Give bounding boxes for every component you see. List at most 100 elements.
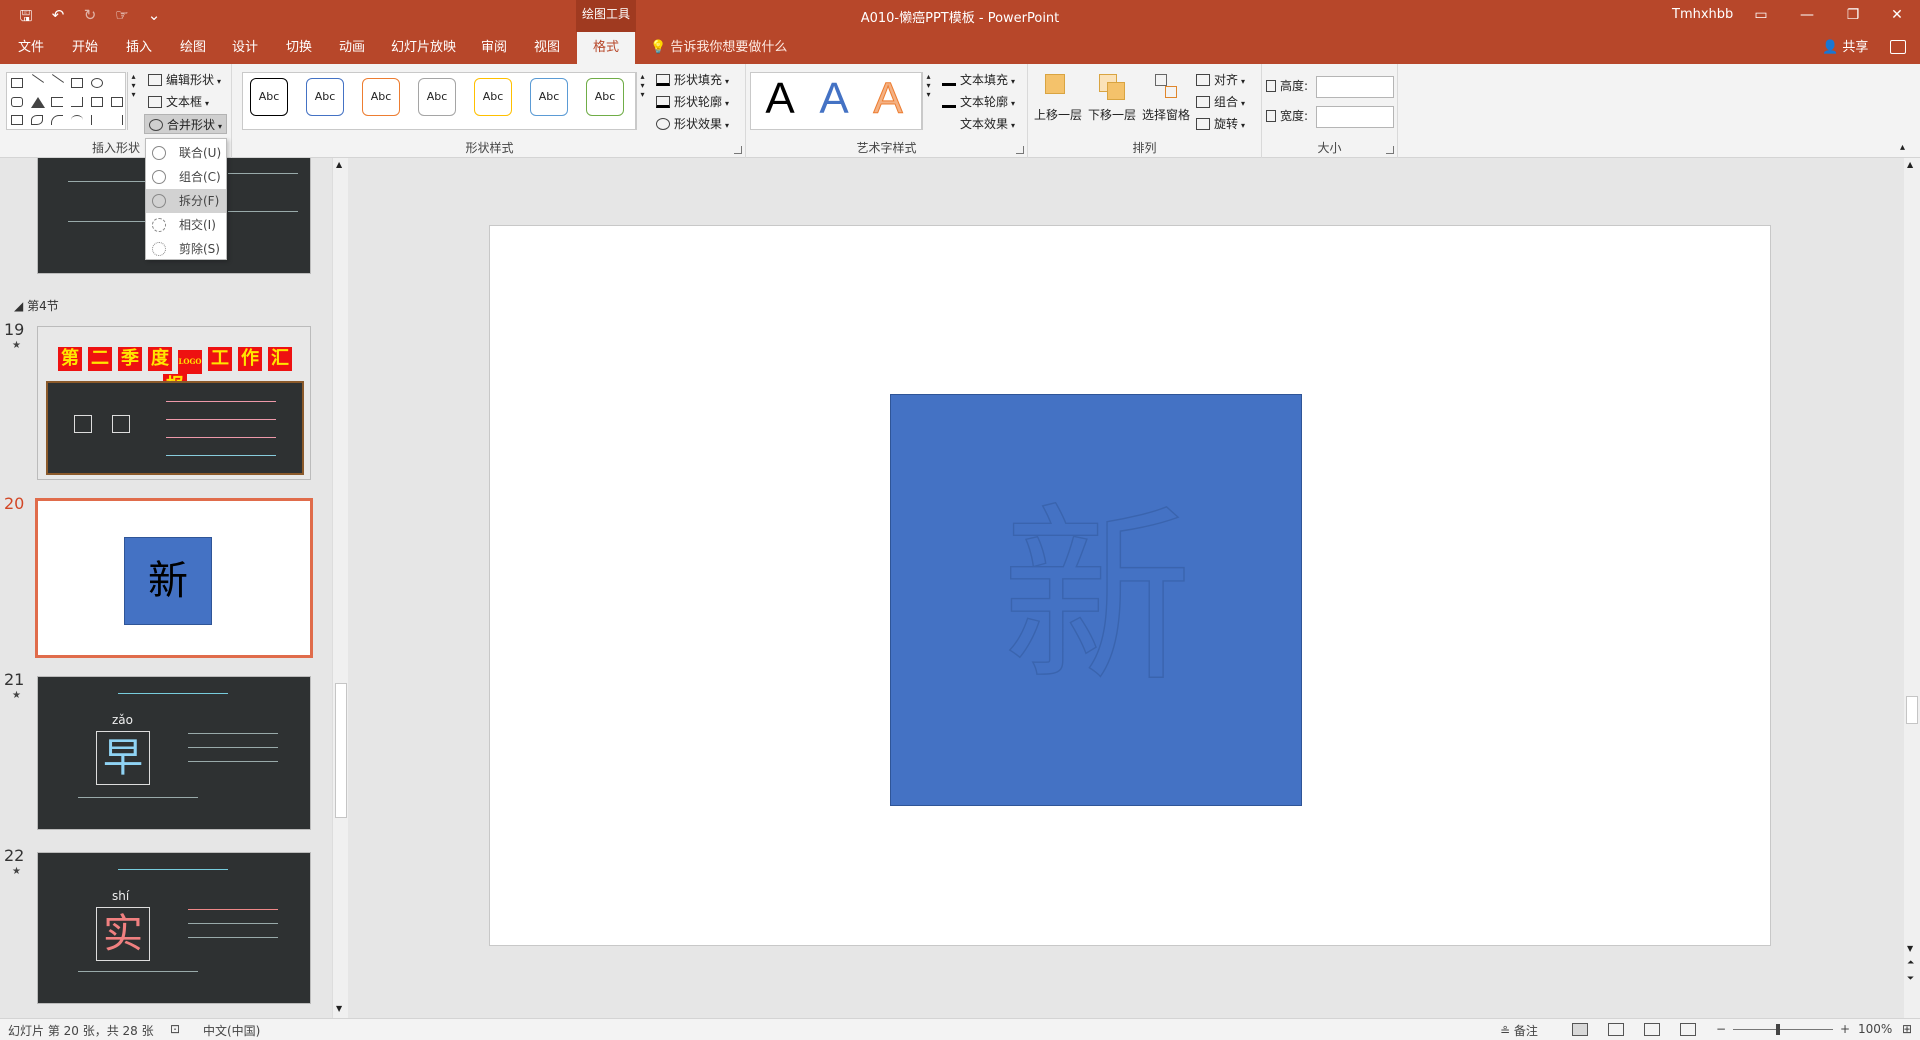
wordart-launcher-icon[interactable] [1016, 146, 1024, 154]
send-backward-button[interactable]: 下移一层 [1086, 70, 1138, 140]
wordart-style-blue[interactable]: A [808, 74, 860, 124]
oval-shape-icon[interactable] [91, 78, 103, 88]
shape-style-1[interactable]: Abc [250, 78, 288, 116]
tab-file[interactable]: 文件 [12, 32, 50, 64]
tab-view[interactable]: 视图 [528, 32, 566, 64]
wordart-style-orange[interactable]: A [862, 74, 914, 124]
blue-square-shape[interactable]: 新 [890, 394, 1302, 806]
align-button[interactable]: 对齐 ▾ [1196, 70, 1245, 90]
language-indicator[interactable]: 中文(中国) [203, 1022, 260, 1039]
height-input[interactable] [1316, 76, 1394, 98]
wordart-style-black[interactable]: A [754, 74, 806, 124]
customize-qat-icon[interactable]: ⌄ [144, 6, 164, 31]
wordart-gallery-more[interactable]: ▴ ▾ ▾ [922, 72, 934, 130]
minimize-icon[interactable]: — [1784, 0, 1830, 32]
shape-effects-button[interactable]: 形状效果 ▾ [656, 114, 729, 134]
bring-forward-button[interactable]: 上移一层 [1032, 70, 1084, 140]
zoom-slider[interactable] [1733, 1029, 1833, 1030]
triangle-shape-icon[interactable] [31, 97, 45, 108]
scroll-down-icon[interactable]: ▼ [1907, 944, 1913, 953]
shape-styles-launcher-icon[interactable] [734, 146, 742, 154]
text-outline-button[interactable]: 文本轮廓 ▾ [942, 92, 1015, 112]
spell-check-icon[interactable]: ⊡ [170, 1022, 180, 1036]
tab-review[interactable]: 审阅 [475, 32, 513, 64]
shape-outline-button[interactable]: 形状轮廓 ▾ [656, 92, 729, 112]
redo-icon[interactable]: ↻ [80, 6, 100, 31]
slide-thumbnail-20-selected[interactable]: 新 [35, 498, 313, 658]
slide-thumbnail-22[interactable]: shí 实 [37, 852, 311, 1004]
previous-slide-icon[interactable]: ⏶ [1907, 958, 1914, 968]
menu-item-subtract[interactable]: 剪除(S) [146, 237, 226, 261]
right-arrow-shape-icon[interactable] [91, 97, 103, 107]
slide-thumbnail-19[interactable]: 第二季度LOGO工作汇报 [37, 326, 311, 480]
menu-item-union[interactable]: 联合(U) [146, 141, 226, 165]
down-arrow-shape-icon[interactable] [111, 97, 123, 107]
shape-style-7[interactable]: Abc [586, 78, 624, 116]
restore-icon[interactable]: ❐ [1830, 0, 1876, 32]
arc-shape-icon[interactable] [51, 115, 63, 125]
edit-shape-button[interactable]: 编辑形状 ▾ [148, 70, 221, 90]
size-launcher-icon[interactable] [1386, 146, 1394, 154]
curve-shape-icon[interactable] [71, 115, 83, 125]
pentagon-shape-icon[interactable] [11, 115, 23, 125]
slide-sorter-view-icon[interactable] [1608, 1023, 1624, 1036]
slideshow-view-icon[interactable] [1680, 1023, 1696, 1036]
undo-icon[interactable]: ↶ [48, 6, 68, 31]
tab-format[interactable]: 格式 [577, 32, 635, 64]
rotate-button[interactable]: 旋转 ▾ [1196, 114, 1245, 134]
fit-slide-icon[interactable]: ⊞ [1902, 1022, 1912, 1036]
ribbon-display-options-icon[interactable]: ▭ [1738, 0, 1784, 32]
touch-mode-icon[interactable]: ☞ [112, 6, 132, 31]
text-box-button[interactable]: 文本框 ▾ [148, 92, 209, 112]
shape-style-5[interactable]: Abc [474, 78, 512, 116]
merge-shapes-button[interactable]: 合并形状 ▾ [144, 114, 228, 134]
text-effects-button[interactable]: 文本效果 ▾ [942, 114, 1015, 134]
menu-item-intersect[interactable]: 相交(I) [146, 213, 226, 237]
shape-gallery-more[interactable]: ▴ ▾ ▾ [127, 72, 139, 130]
menu-item-fragment[interactable]: 拆分(F) [146, 189, 226, 213]
rounded-rect-shape-icon[interactable] [11, 97, 23, 107]
tell-me-search[interactable]: 💡 告诉我你想要做什么 [650, 32, 787, 64]
scroll-up-icon[interactable]: ▲ [336, 160, 342, 169]
text-fill-button[interactable]: 文本填充 ▾ [942, 70, 1015, 90]
selection-pane-button[interactable]: 选择窗格 [1140, 70, 1192, 140]
share-button[interactable]: 👤 共享 [1822, 32, 1868, 64]
zoom-slider-knob[interactable] [1776, 1024, 1780, 1035]
shape-gallery[interactable] [6, 72, 126, 130]
rectangle-shape-icon[interactable] [71, 78, 83, 88]
collapse-ribbon-icon[interactable]: ▴ [1900, 142, 1905, 153]
tab-animations[interactable]: 动画 [333, 32, 371, 64]
reading-view-icon[interactable] [1644, 1023, 1660, 1036]
editor-scrollbar[interactable]: ▲ ▼ ⏶ ⏷ [1904, 158, 1920, 1018]
comments-icon[interactable] [1890, 40, 1906, 54]
thumbnail-scrollbar[interactable]: ▲ ▼ [332, 158, 348, 1018]
arrow-line-shape-icon[interactable] [51, 74, 65, 83]
shape-style-2[interactable]: Abc [306, 78, 344, 116]
scroll-up-icon[interactable]: ▲ [1907, 160, 1913, 169]
line-shape-icon[interactable] [31, 74, 45, 83]
next-slide-icon[interactable]: ⏷ [1907, 974, 1914, 984]
close-icon[interactable]: ✕ [1874, 0, 1920, 32]
shape-style-6[interactable]: Abc [530, 78, 568, 116]
tab-transitions[interactable]: 切换 [280, 32, 318, 64]
editor-scroll-thumb[interactable] [1906, 696, 1918, 724]
slide-canvas[interactable]: 新 [489, 225, 1771, 946]
thumbnail-scroll-thumb[interactable] [335, 683, 347, 818]
zoom-out-icon[interactable]: − [1716, 1022, 1726, 1036]
left-brace-icon[interactable] [91, 115, 103, 125]
elbow-arrow-icon[interactable] [71, 97, 83, 107]
elbow-connector-icon[interactable] [51, 97, 63, 107]
user-name[interactable]: Tmhxhbb [1672, 7, 1733, 22]
shape-fill-button[interactable]: 形状填充 ▾ [656, 70, 729, 90]
tab-draw[interactable]: 绘图 [174, 32, 212, 64]
zoom-level[interactable]: 100% [1858, 1022, 1892, 1036]
shape-style-3[interactable]: Abc [362, 78, 400, 116]
save-icon[interactable]: 🖫 [16, 6, 36, 31]
width-input[interactable] [1316, 106, 1394, 128]
tab-slideshow[interactable]: 幻灯片放映 [385, 32, 462, 64]
menu-item-combine[interactable]: 组合(C) [146, 165, 226, 189]
freeform-shape-icon[interactable] [31, 115, 43, 125]
notes-button[interactable]: ≗ 备注 [1500, 1022, 1538, 1039]
section-header[interactable]: ◢ 第4节 [14, 297, 59, 314]
shape-style-gallery-more[interactable]: ▴ ▾ ▾ [636, 72, 648, 130]
